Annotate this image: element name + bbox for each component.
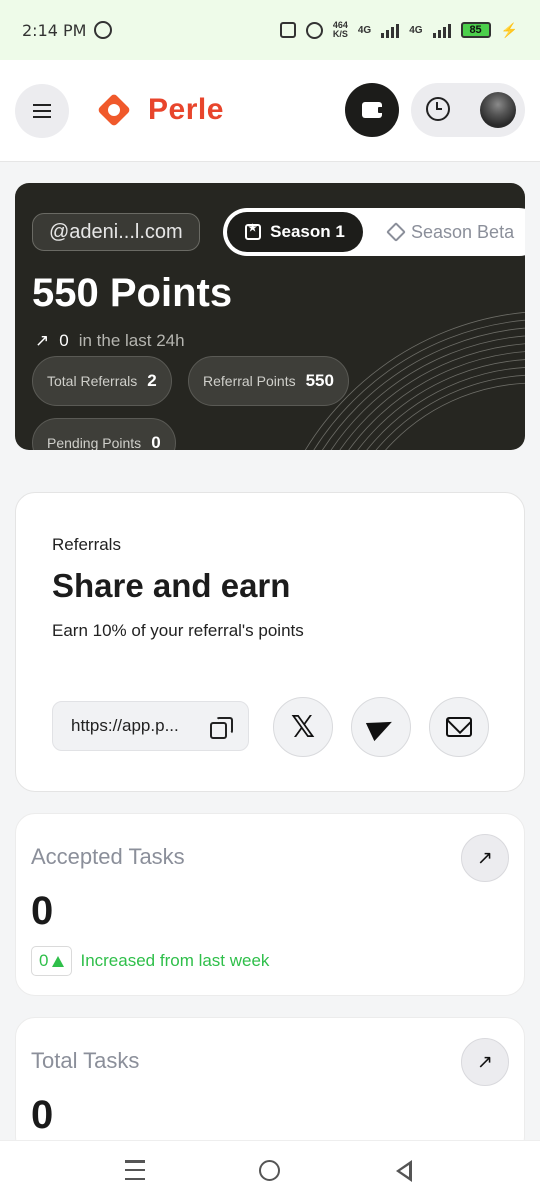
history-clock-icon[interactable]	[426, 97, 450, 121]
chip-value: 550	[305, 371, 334, 390]
mail-icon	[446, 717, 472, 737]
points-last-24h: ↗ 0 in the last 24h	[35, 331, 185, 351]
alarm-icon	[305, 21, 323, 39]
arrow-up-right-icon: ↗	[35, 331, 50, 350]
share-x-button[interactable]: 𝕏	[273, 697, 333, 757]
chip-value: 0	[151, 433, 161, 450]
menu-button[interactable]	[15, 84, 69, 138]
season-1-tab[interactable]: Season 1	[227, 212, 363, 252]
trend-value: 0	[39, 951, 49, 970]
whatsapp-icon	[94, 21, 113, 39]
task-value: 0	[31, 1093, 54, 1137]
referrals-card: Referrals Share and earn Earn 10% of you…	[15, 492, 525, 792]
chip-total-referrals: Total Referrals 2	[32, 356, 172, 406]
season-switcher: Season 1 Season Beta	[223, 208, 525, 256]
charging-icon: ⚡	[500, 21, 518, 38]
chip-label: Pending Points	[47, 435, 142, 450]
points-total: 550 Points	[32, 271, 233, 315]
task-title: Total Tasks	[31, 1048, 140, 1073]
account-email: @adeni...l.com	[32, 213, 200, 251]
season-beta-label: Season Beta	[411, 221, 515, 242]
task-value: 0	[31, 889, 54, 933]
network-speed-unit: K/S	[332, 29, 348, 39]
app-header: Perle	[0, 60, 540, 162]
referrals-label: Referrals	[52, 535, 121, 554]
brand-logo[interactable]: Perle	[94, 90, 224, 130]
status-time: 2:14 PM	[22, 20, 87, 40]
accepted-tasks-card: Accepted Tasks ↗ 0 0 Increased from last…	[15, 813, 525, 996]
back-icon[interactable]	[396, 1160, 412, 1182]
last24-value: 0	[59, 331, 69, 350]
wallet-button[interactable]	[345, 83, 399, 137]
points-card: @adeni...l.com Season 1 Season Beta 550 …	[15, 183, 525, 450]
chip-value: 2	[147, 371, 157, 390]
battery-level: 85	[469, 24, 482, 36]
status-icons: 464 K/S 4G 4G 85 ⚡	[279, 21, 518, 39]
status-bar: 2:14 PM 464 K/S 4G 4G 85 ⚡	[0, 0, 540, 60]
open-accepted-tasks-button[interactable]: ↗	[461, 834, 509, 882]
signal-icon	[432, 22, 451, 38]
season-1-label: Season 1	[270, 222, 345, 241]
season-beta-tab[interactable]: Season Beta	[386, 212, 515, 252]
recent-apps-icon[interactable]	[125, 1160, 145, 1180]
total-tasks-card: Total Tasks ↗ 0	[15, 1017, 525, 1157]
task-trend: 0 Increased from last week	[31, 946, 269, 976]
arrow-up-right-icon: ↗	[477, 847, 493, 869]
open-total-tasks-button[interactable]: ↗	[461, 1038, 509, 1086]
avatar[interactable]	[480, 92, 516, 128]
chip-referral-points: Referral Points 550	[188, 356, 349, 406]
share-telegram-button[interactable]	[351, 697, 411, 757]
system-nav-bar	[0, 1140, 540, 1200]
battery-icon: 85	[460, 22, 491, 38]
network-speed: 464 K/S	[333, 21, 348, 39]
trend-badge: 0	[31, 946, 73, 976]
task-title: Accepted Tasks	[31, 844, 185, 869]
home-icon[interactable]	[259, 1160, 280, 1181]
referral-link-text: https://app.p...	[71, 716, 179, 735]
referrals-title: Share and earn	[52, 567, 291, 604]
trend-label: Increased from last week	[80, 951, 270, 970]
telegram-icon	[365, 712, 397, 742]
chip-label: Total Referrals	[47, 373, 138, 389]
account-pill	[411, 83, 525, 137]
share-email-button[interactable]	[429, 697, 489, 757]
brand-name: Perle	[148, 93, 224, 126]
triangle-up-icon	[52, 955, 65, 967]
signal-icon	[381, 22, 400, 38]
x-icon: 𝕏	[290, 709, 316, 745]
arrow-up-right-icon: ↗	[477, 1051, 493, 1073]
chip-pending-points: Pending Points 0	[32, 418, 176, 450]
layers-icon	[386, 222, 406, 242]
menu-icon	[33, 104, 51, 106]
calendar-star-icon	[245, 223, 262, 240]
perle-logo-icon	[94, 90, 134, 130]
referral-link-field[interactable]: https://app.p...	[52, 701, 249, 751]
chip-label: Referral Points	[203, 373, 296, 389]
network-type-2: 4G	[409, 24, 423, 36]
network-type-1: 4G	[357, 24, 372, 36]
last24-label: in the last 24h	[78, 331, 185, 350]
referrals-subtitle: Earn 10% of your referral's points	[52, 621, 304, 640]
copy-icon[interactable]	[210, 717, 233, 739]
vibrate-icon	[279, 22, 296, 38]
wallet-icon	[362, 102, 384, 118]
